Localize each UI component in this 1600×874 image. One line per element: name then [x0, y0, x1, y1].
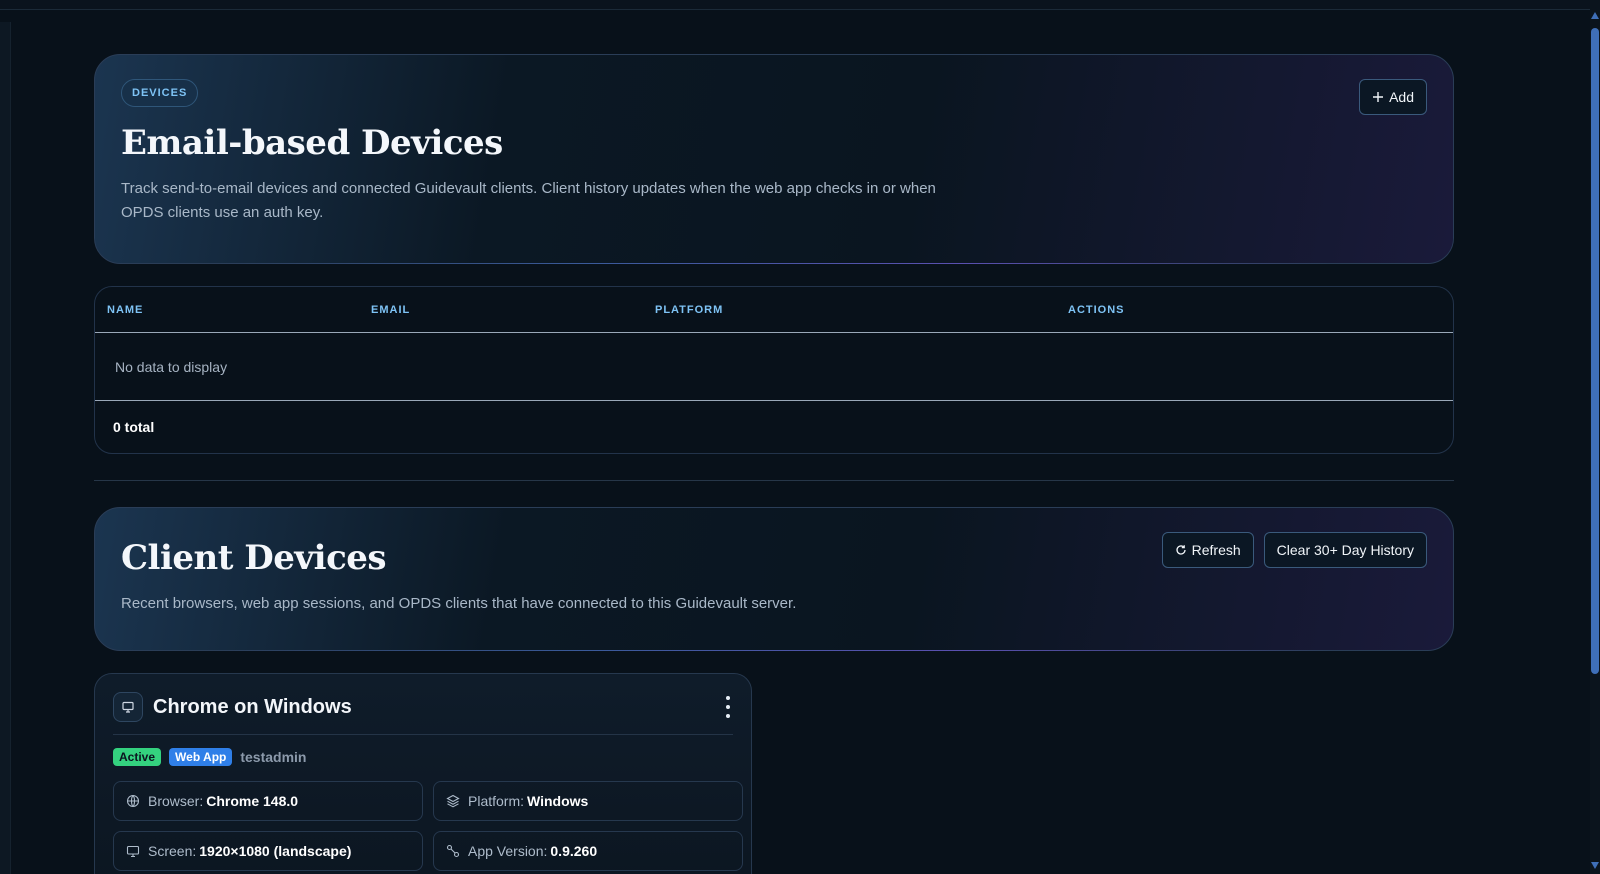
- info-browser-label: Browser:: [148, 793, 204, 809]
- info-platform-value: Windows: [527, 793, 589, 809]
- type-badge: Web App: [169, 748, 233, 766]
- section-divider: [94, 480, 1454, 481]
- client-user: testadmin: [240, 749, 307, 765]
- add-device-button[interactable]: Add: [1359, 79, 1427, 115]
- scroll-down-arrow-icon[interactable]: [1591, 862, 1599, 869]
- info-app-version-value: 0.9.260: [550, 843, 598, 859]
- scroll-up-arrow-icon[interactable]: [1591, 12, 1599, 19]
- info-app-version-label: App Version:: [468, 843, 548, 859]
- devices-header: DEVICES Email-based Devices Track send-t…: [94, 54, 1454, 264]
- add-device-label: Add: [1389, 89, 1414, 105]
- info-screen-value: 1920×1080 (landscape): [199, 843, 352, 859]
- info-app-version: App Version: 0.9.260: [433, 831, 743, 871]
- refresh-button[interactable]: Refresh: [1161, 532, 1254, 568]
- info-browser: Browser: Chrome 148.0: [113, 781, 423, 821]
- monitor-icon: [126, 845, 140, 858]
- table-total: 0 total: [113, 419, 155, 435]
- clients-header: Client Devices Recent browsers, web app …: [94, 507, 1454, 651]
- client-device-card: Chrome on Windows Active Web App testadm…: [94, 673, 752, 874]
- devices-table: NAME EMAIL PLATFORM ACTIONS No data to d…: [94, 286, 1454, 454]
- scrollbar[interactable]: [1590, 0, 1600, 874]
- globe-icon: [126, 794, 140, 808]
- layers-icon: [446, 794, 460, 808]
- main-content: DEVICES Email-based Devices Track send-t…: [94, 54, 1454, 874]
- status-badge: Active: [113, 748, 162, 766]
- clients-description: Recent browsers, web app sessions, and O…: [121, 595, 797, 612]
- client-title: Chrome on Windows: [153, 695, 352, 718]
- column-email[interactable]: EMAIL: [371, 304, 655, 316]
- devices-badge: DEVICES: [121, 79, 199, 107]
- card-divider: [113, 734, 733, 735]
- clear-history-button[interactable]: Clear 30+ Day History: [1263, 532, 1427, 568]
- empty-state: No data to display: [95, 333, 1453, 401]
- devices-description: Track send-to-email devices and connecte…: [121, 180, 936, 221]
- info-platform-label: Platform:: [468, 793, 525, 809]
- scroll-thumb[interactable]: [1591, 28, 1599, 674]
- info-screen-label: Screen:: [148, 843, 197, 859]
- refresh-icon: [1176, 545, 1186, 555]
- table-header: NAME EMAIL PLATFORM ACTIONS: [95, 287, 1453, 333]
- info-platform: Platform: Windows: [433, 781, 743, 821]
- column-platform[interactable]: PLATFORM: [655, 304, 1068, 316]
- column-name[interactable]: NAME: [95, 304, 371, 316]
- version-icon: [446, 844, 460, 858]
- clear-history-label: Clear 30+ Day History: [1276, 542, 1414, 558]
- devices-title: Email-based Devices: [121, 123, 503, 163]
- left-rail: [0, 22, 11, 874]
- info-screen: Screen: 1920×1080 (landscape): [113, 831, 423, 871]
- column-actions: ACTIONS: [1068, 303, 1125, 316]
- more-options-icon[interactable]: [723, 696, 733, 718]
- monitor-icon: [113, 692, 143, 722]
- plus-icon: [1373, 92, 1384, 102]
- top-bar: [0, 0, 1600, 10]
- refresh-label: Refresh: [1191, 542, 1241, 558]
- info-browser-value: Chrome 148.0: [206, 793, 299, 809]
